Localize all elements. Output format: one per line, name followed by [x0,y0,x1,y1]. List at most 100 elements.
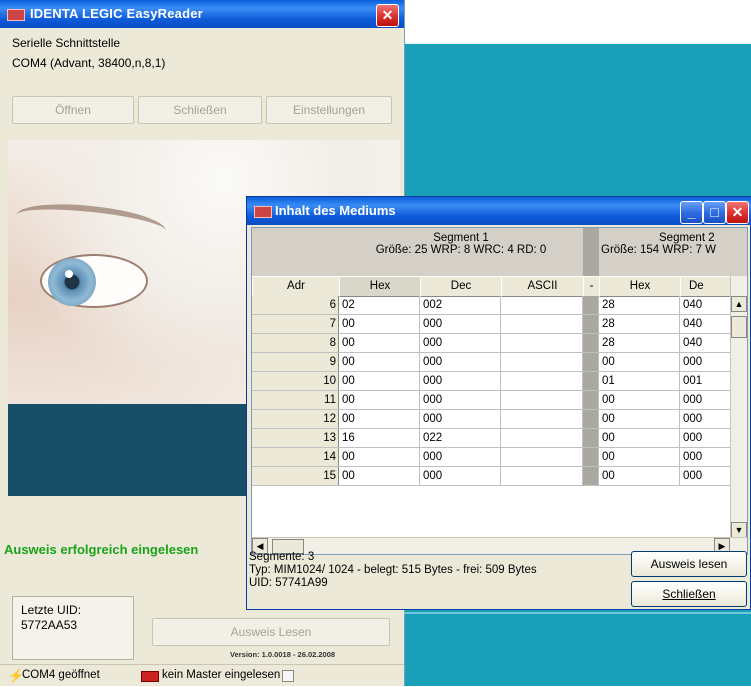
table-row[interactable]: 12 00 000 00 000 [252,410,747,429]
table-row[interactable]: 11 00 000 00 000 [252,391,747,410]
segment-separator [583,228,600,276]
cell-hex1[interactable]: 00 [339,448,420,466]
cell-adr: 6 [252,296,339,314]
cell-dec2[interactable]: 040 [680,315,731,333]
cell-hex2[interactable]: 00 [599,353,680,371]
cell-dec1[interactable]: 002 [420,296,501,314]
medium-content-window: Inhalt des Mediums _ □ ✕ Segment 1 Größe… [246,196,751,610]
vertical-scrollbar[interactable]: ▲ ▼ [730,276,747,538]
scroll-down-icon[interactable]: ▼ [731,522,747,538]
cell-hex1[interactable]: 00 [339,334,420,352]
cell-ascii1[interactable] [501,410,583,428]
cell-dec1[interactable]: 000 [420,410,501,428]
table-row[interactable]: 14 00 000 00 000 [252,448,747,467]
cell-ascii1[interactable] [501,391,583,409]
cell-dec2[interactable]: 040 [680,334,731,352]
col-header-ascii-1[interactable]: ASCII [501,276,584,297]
port-settings-button[interactable]: Einstellungen [266,96,392,124]
cell-hex2[interactable]: 28 [599,315,680,333]
cell-hex2[interactable]: 28 [599,334,680,352]
cell-ascii1[interactable] [501,429,583,447]
cell-adr: 10 [252,372,339,390]
maximize-icon[interactable]: □ [703,201,726,224]
table-row[interactable]: 7 00 000 28 040 [252,315,747,334]
col-header-dec-1[interactable]: Dec [420,276,502,297]
cell-separator [583,467,599,485]
cell-separator [583,372,599,390]
cell-dec1[interactable]: 000 [420,334,501,352]
cell-hex1[interactable]: 02 [339,296,420,314]
cell-hex1[interactable]: 00 [339,315,420,333]
cell-ascii1[interactable] [501,315,583,333]
segment-count: Segmente: 3 [249,551,315,563]
col-header-dec-2-label: De [689,280,704,292]
card-icon [141,671,159,682]
cell-dec2[interactable]: 001 [680,372,731,390]
cell-dec1[interactable]: 000 [420,353,501,371]
scroll-thumb[interactable] [731,316,747,338]
close-port-button[interactable]: Schließen [138,96,262,124]
col-header-separator: - [583,276,600,297]
cell-hex2[interactable]: 00 [599,410,680,428]
cell-ascii1[interactable] [501,372,583,390]
table-row[interactable]: 8 00 000 28 040 [252,334,747,353]
cell-adr: 15 [252,467,339,485]
cell-dec1[interactable]: 000 [420,372,501,390]
table-row[interactable]: 15 00 000 00 000 [252,467,747,486]
cell-separator [583,296,599,314]
cell-hex1[interactable]: 00 [339,391,420,409]
cell-dec2[interactable]: 040 [680,296,731,314]
cell-separator [583,315,599,333]
cell-hex2[interactable]: 00 [599,429,680,447]
read-card-button[interactable]: Ausweis Lesen [152,618,390,646]
open-port-button[interactable]: Öffnen [12,96,134,124]
cell-dec1[interactable]: 000 [420,315,501,333]
cell-hex1[interactable]: 00 [339,353,420,371]
cell-ascii1[interactable] [501,334,583,352]
col-header-hex-2[interactable]: Hex [599,276,681,297]
col-header-adr[interactable]: Adr [252,276,340,297]
cell-dec2[interactable]: 000 [680,391,731,409]
cell-hex2[interactable]: 00 [599,391,680,409]
table-row[interactable]: 13 16 022 00 000 [252,429,747,448]
cell-adr: 13 [252,429,339,447]
cell-ascii1[interactable] [501,467,583,485]
cell-hex2[interactable]: 00 [599,467,680,485]
minimize-icon[interactable]: _ [680,201,703,224]
memory-grid[interactable]: Segment 1 Größe: 25 WRP: 8 WRC: 4 RD: 0 … [251,227,748,555]
cell-separator [583,448,599,466]
cell-dec1[interactable]: 000 [420,391,501,409]
cell-hex1[interactable]: 00 [339,467,420,485]
medium-close-icon[interactable]: ✕ [726,201,749,224]
scroll-up-icon[interactable]: ▲ [731,296,747,312]
decorative-line [404,612,751,614]
medium-titlebar: Inhalt des Mediums _ □ ✕ [247,197,751,225]
cell-hex1[interactable]: 16 [339,429,420,447]
table-row[interactable]: 10 00 000 01 001 [252,372,747,391]
cell-dec2[interactable]: 000 [680,467,731,485]
main-close-icon[interactable]: ✕ [376,4,399,27]
col-header-hex-1[interactable]: Hex [339,276,421,297]
cell-dec2[interactable]: 000 [680,353,731,371]
close-medium-button[interactable]: Schließen [631,581,747,607]
cell-dec1[interactable]: 022 [420,429,501,447]
cell-hex2[interactable]: 28 [599,296,680,314]
iris-shape [48,258,96,306]
cell-ascii1[interactable] [501,296,583,314]
cell-hex1[interactable]: 00 [339,410,420,428]
cell-separator [583,429,599,447]
read-card-button-2[interactable]: Ausweis lesen [631,551,747,577]
cell-ascii1[interactable] [501,448,583,466]
read-status-message: Ausweis erfolgreich eingelesen [4,542,199,557]
cell-dec2[interactable]: 000 [680,429,731,447]
cell-hex2[interactable]: 01 [599,372,680,390]
cell-ascii1[interactable] [501,353,583,371]
cell-hex2[interactable]: 00 [599,448,680,466]
cell-dec2[interactable]: 000 [680,448,731,466]
cell-hex1[interactable]: 00 [339,372,420,390]
table-row[interactable]: 9 00 000 00 000 [252,353,747,372]
cell-dec2[interactable]: 000 [680,410,731,428]
cell-dec1[interactable]: 000 [420,467,501,485]
cell-dec1[interactable]: 000 [420,448,501,466]
table-row[interactable]: 6 02 002 28 040 [252,296,747,315]
